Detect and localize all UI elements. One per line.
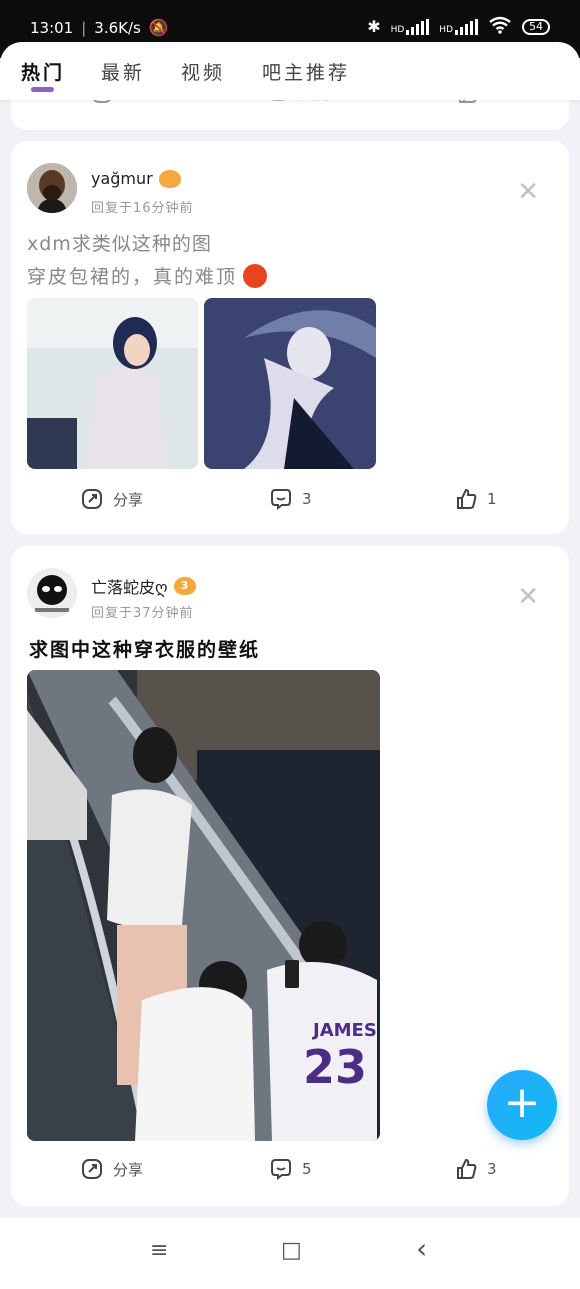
post-text-line2-row: 穿皮包裙的，真的难顶 <box>27 262 268 289</box>
post-username[interactable]: yağmur <box>91 169 181 188</box>
battery-indicator: 54 <box>522 18 550 35</box>
tab-video[interactable]: 视频 <box>181 58 225 85</box>
active-tab-indicator <box>31 87 54 92</box>
home-icon[interactable]: □ <box>281 1238 302 1263</box>
status-time: 13:01 <box>30 18 74 37</box>
thumbs-up-icon <box>457 1158 477 1179</box>
post-card[interactable]: yağmur 回复于16分钟前 ✕ xdm求类似这种的图 穿皮包裙的，真的难顶 … <box>11 141 569 534</box>
share-label: 分享 <box>113 490 144 509</box>
network-speed: 3.6K/s <box>94 18 141 37</box>
close-icon[interactable]: ✕ <box>517 582 539 612</box>
post-username[interactable]: 亡落蛇皮ღ 3 <box>91 574 196 598</box>
back-icon[interactable]: ‹ <box>416 1232 427 1265</box>
post-image-1[interactable]: JAMES 23 <box>27 670 380 1141</box>
share-icon <box>82 489 102 509</box>
bluetooth-icon: ✱ <box>367 17 381 36</box>
post-image-2[interactable] <box>204 298 376 469</box>
username-text: yağmur <box>91 169 153 188</box>
tab-bar: 热门 最新 视频 吧主推荐 <box>0 42 580 100</box>
post-time: 回复于37分钟前 <box>91 606 194 621</box>
wifi-icon <box>488 16 512 37</box>
share-button[interactable]: 分享 <box>81 1158 143 1180</box>
comment-icon <box>271 1159 291 1180</box>
avatar[interactable] <box>27 163 77 213</box>
post-image-1[interactable] <box>27 298 198 469</box>
like-count: 3 <box>487 1160 497 1178</box>
post-actions: 分享 3 1 <box>11 488 569 518</box>
angry-emoji-icon <box>243 263 268 288</box>
mute-icon: 🔕 <box>148 18 169 37</box>
tab-admin-recommend[interactable]: 吧主推荐 <box>262 58 350 85</box>
create-post-button[interactable]: + <box>487 1070 557 1140</box>
like-count: 1 <box>487 490 497 508</box>
menu-icon[interactable]: ≡ <box>150 1238 168 1263</box>
signal-icon-2: HD <box>439 18 478 35</box>
comment-icon <box>271 489 291 510</box>
post-card[interactable]: 亡落蛇皮ღ 3 回复于37分钟前 ✕ 求图中这种穿衣服的壁纸 JAMES 23 <box>11 546 569 1206</box>
post-text-line1: 求图中这种穿衣服的壁纸 <box>29 639 261 661</box>
close-icon[interactable]: ✕ <box>517 177 539 207</box>
tab-hot[interactable]: 热门 <box>21 58 65 85</box>
level-badge <box>158 169 181 188</box>
post-text-line1: xdm求类似这种的图 <box>27 233 212 255</box>
system-nav-bar: ≡ □ ‹ <box>0 1218 580 1289</box>
jersey-name: JAMES <box>313 1020 377 1041</box>
thumbs-up-icon <box>457 488 477 509</box>
post-time: 回复于16分钟前 <box>91 201 194 216</box>
comment-button[interactable]: 5 <box>270 1158 312 1180</box>
post-text-line2: 穿皮包裙的，真的难顶 <box>27 266 238 288</box>
level-badge: 3 <box>173 577 196 595</box>
avatar[interactable] <box>27 568 77 618</box>
tab-latest[interactable]: 最新 <box>101 58 145 85</box>
username-text: 亡落蛇皮ღ <box>91 578 168 597</box>
share-icon <box>82 1159 102 1179</box>
like-button[interactable]: 3 <box>455 1158 497 1180</box>
comment-count: 3 <box>302 490 312 508</box>
plus-icon: + <box>503 1077 541 1128</box>
comment-count: 5 <box>302 1160 312 1178</box>
comment-button[interactable]: 3 <box>270 488 312 510</box>
jersey-number: 23 <box>303 1040 368 1094</box>
post-actions: 分享 5 3 <box>11 1158 569 1188</box>
signal-icon-1: HD <box>391 18 430 35</box>
like-button[interactable]: 1 <box>455 488 497 510</box>
share-button[interactable]: 分享 <box>81 488 143 510</box>
share-label: 分享 <box>113 1160 144 1179</box>
